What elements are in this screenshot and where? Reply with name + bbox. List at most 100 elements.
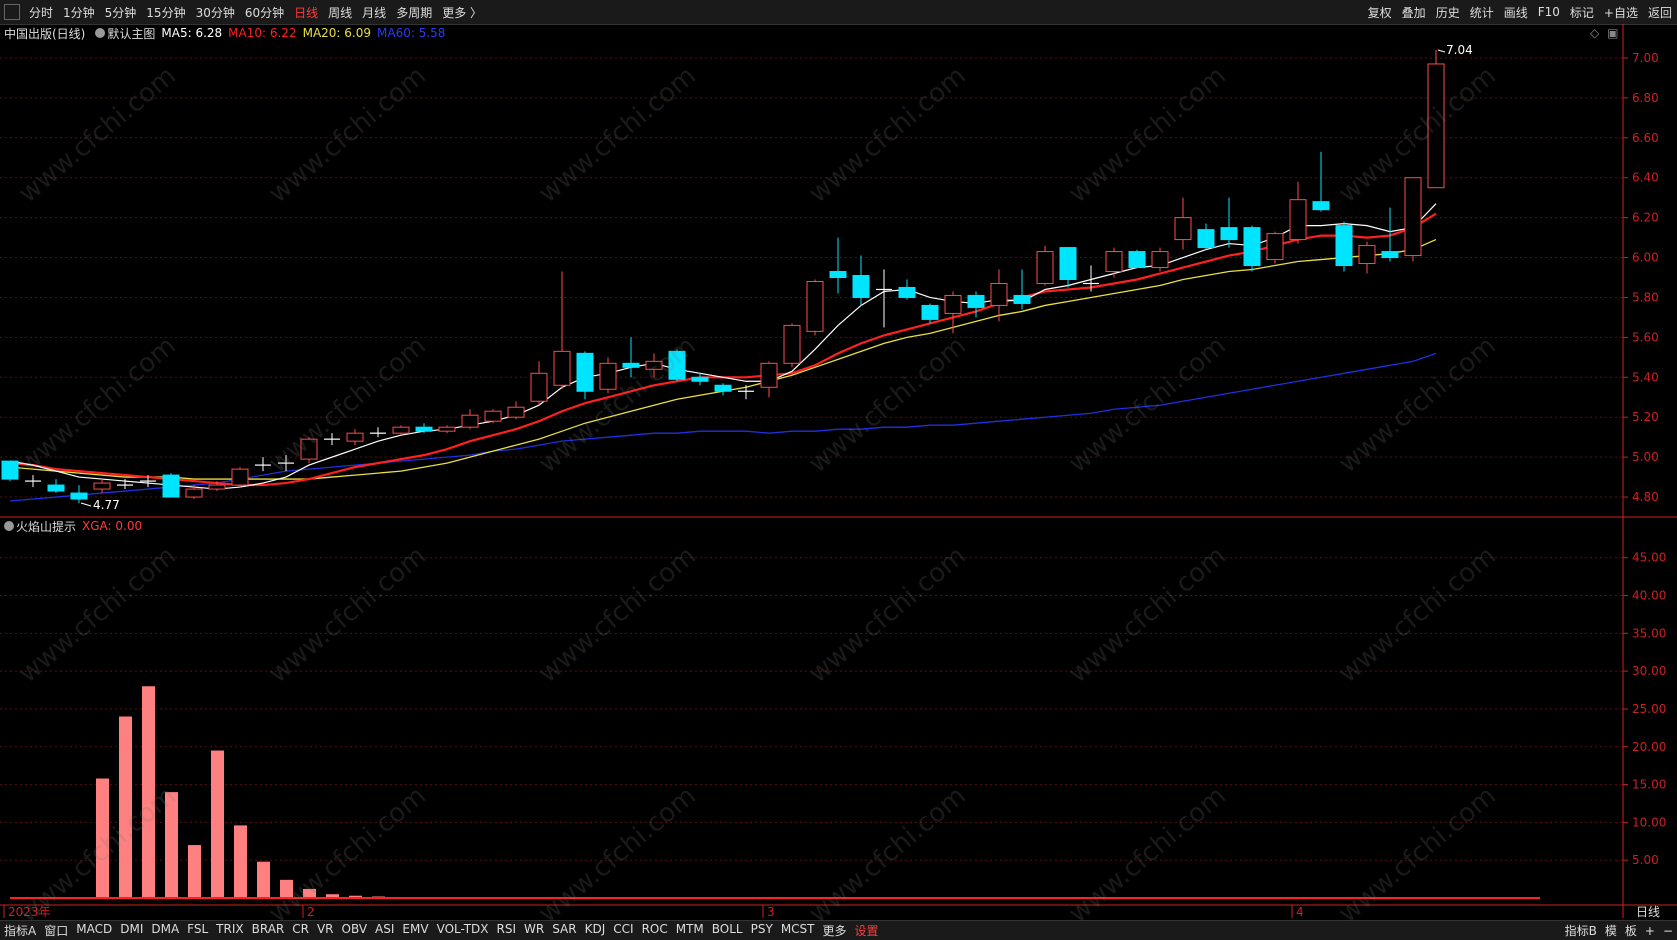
candle-up	[93, 482, 111, 490]
candle-up	[231, 468, 249, 486]
indicator-tab-19[interactable]: ROC	[638, 922, 672, 939]
price-tick-label: 7.00	[1632, 51, 1659, 65]
bottom-right-button-4[interactable]: −	[1659, 924, 1677, 938]
candle-down	[162, 474, 180, 498]
price-tick-label: 6.60	[1632, 131, 1659, 145]
candle-down	[47, 484, 65, 492]
candle-up	[392, 426, 410, 434]
candle-up	[599, 362, 617, 390]
indicator-tab-18[interactable]: CCI	[609, 922, 637, 939]
indicator-tab-24[interactable]: 更多	[819, 922, 851, 939]
indicator-tick-label: 20.00	[1632, 740, 1666, 754]
indicator-tab-8[interactable]: CR	[288, 922, 313, 939]
candle-down	[1381, 251, 1399, 259]
candle-down	[70, 492, 88, 500]
time-tick-label: 2	[307, 905, 315, 919]
candle-down	[1128, 251, 1146, 269]
annotation-pointer	[80, 502, 92, 507]
candle-down	[576, 352, 594, 392]
price-tick-label: 5.40	[1632, 370, 1659, 384]
candle-down	[622, 362, 640, 368]
xga-bar	[142, 686, 155, 898]
xga-bar	[211, 750, 224, 898]
price-tick-label: 6.20	[1632, 211, 1659, 225]
candle-up	[1427, 63, 1445, 189]
time-tick-label: 3	[767, 905, 775, 919]
candle-up	[990, 282, 1008, 306]
indicator-tab-bar: 指标A 窗口 MACD DMI DMA FSL TRIX BRAR CR VR OBV ASI EMV V…	[0, 920, 1677, 940]
bottom-right-controls: 指标B 模板 + −	[1561, 921, 1677, 940]
indicator-tab-20[interactable]: MTM	[672, 922, 708, 939]
candle-down	[921, 304, 939, 320]
indicator-tab-17[interactable]: KDJ	[581, 922, 610, 939]
indicator-tick-label: 15.00	[1632, 778, 1666, 792]
candle-down	[967, 294, 985, 308]
bottom-right-button-1[interactable]: 模	[1601, 922, 1621, 939]
indicator-tab-5[interactable]: FSL	[183, 922, 212, 939]
candle-up	[1036, 251, 1054, 284]
indicator-tab-9[interactable]: VR	[313, 922, 338, 939]
xga-bar	[234, 825, 247, 898]
price-tick-label: 5.60	[1632, 330, 1659, 344]
candle-down	[1013, 294, 1031, 304]
indicator-tab-13[interactable]: VOL-TDX	[433, 922, 493, 939]
indicator-tab-15[interactable]: WR	[520, 922, 548, 939]
candle-up	[484, 410, 502, 422]
candle-up	[346, 432, 364, 442]
indicator-tick-label: 30.00	[1632, 664, 1666, 678]
candle-up	[553, 350, 571, 386]
bottom-right-button-3[interactable]: +	[1641, 924, 1659, 938]
bottom-right-button-2[interactable]: 板	[1621, 922, 1641, 939]
candle-up	[645, 360, 663, 370]
candle-down	[1, 460, 19, 480]
indicator-tab-21[interactable]: BOLL	[708, 922, 747, 939]
candle-up	[1174, 217, 1192, 241]
xga-bar	[119, 716, 132, 898]
candle-up	[300, 438, 318, 460]
indicator-tab-4[interactable]: DMA	[147, 922, 183, 939]
indicator-tab-0[interactable]: 指标A	[0, 922, 40, 939]
price-tick-label: 6.80	[1632, 91, 1659, 105]
candle-up	[438, 426, 456, 432]
indicator-tab-23[interactable]: MCST	[777, 922, 819, 939]
indicator-tab-25[interactable]: 设置	[851, 922, 883, 939]
indicator-tab-22[interactable]: PSY	[747, 922, 777, 939]
candle-up	[944, 294, 962, 314]
price-tick-label: 5.00	[1632, 450, 1659, 464]
candle-down	[898, 286, 916, 298]
bottom-right-button-0[interactable]: 指标B	[1561, 922, 1601, 939]
indicator-tab-16[interactable]: SAR	[548, 922, 580, 939]
ma10-line	[9, 212, 1437, 487]
candle-down	[1335, 225, 1353, 267]
candle-up	[208, 484, 226, 490]
candle-up	[1289, 199, 1307, 241]
candle-up	[530, 372, 548, 402]
indicator-tab-3[interactable]: DMI	[116, 922, 147, 939]
kline-chart[interactable]: 4.80 5.00 5.20 5.40 5.60 5.80 6.00 6.20 6.40 6.60…	[0, 0, 1677, 919]
candle-up	[806, 280, 824, 332]
indicator-tab-7[interactable]: BRAR	[248, 922, 289, 939]
candle-down	[829, 271, 847, 279]
candle-down	[668, 350, 686, 380]
candle-down	[1197, 229, 1215, 249]
indicator-tab-1[interactable]: 窗口	[40, 922, 72, 939]
candle-up	[507, 406, 525, 418]
candle-up	[760, 362, 778, 388]
indicator-tab-6[interactable]: TRIX	[212, 922, 247, 939]
indicator-tab-10[interactable]: OBV	[338, 922, 372, 939]
annotation-pointer	[1437, 49, 1446, 53]
price-annotation: 4.77	[93, 498, 120, 512]
indicator-tab-12[interactable]: EMV	[398, 922, 432, 939]
xga-bar	[96, 778, 109, 898]
indicator-tab-2[interactable]: MACD	[72, 922, 116, 939]
ma20-line	[9, 238, 1437, 480]
time-tick-label: 4	[1296, 905, 1304, 919]
indicator-tab-14[interactable]: RSI	[493, 922, 521, 939]
candle-up	[185, 488, 203, 498]
period-label: 日线	[1636, 905, 1660, 919]
indicator-tab-11[interactable]: ASI	[371, 922, 398, 939]
candle-down	[1059, 247, 1077, 281]
xga-bar	[257, 861, 270, 898]
indicator-tick-label: 5.00	[1632, 853, 1659, 867]
candle-up	[1105, 251, 1123, 273]
